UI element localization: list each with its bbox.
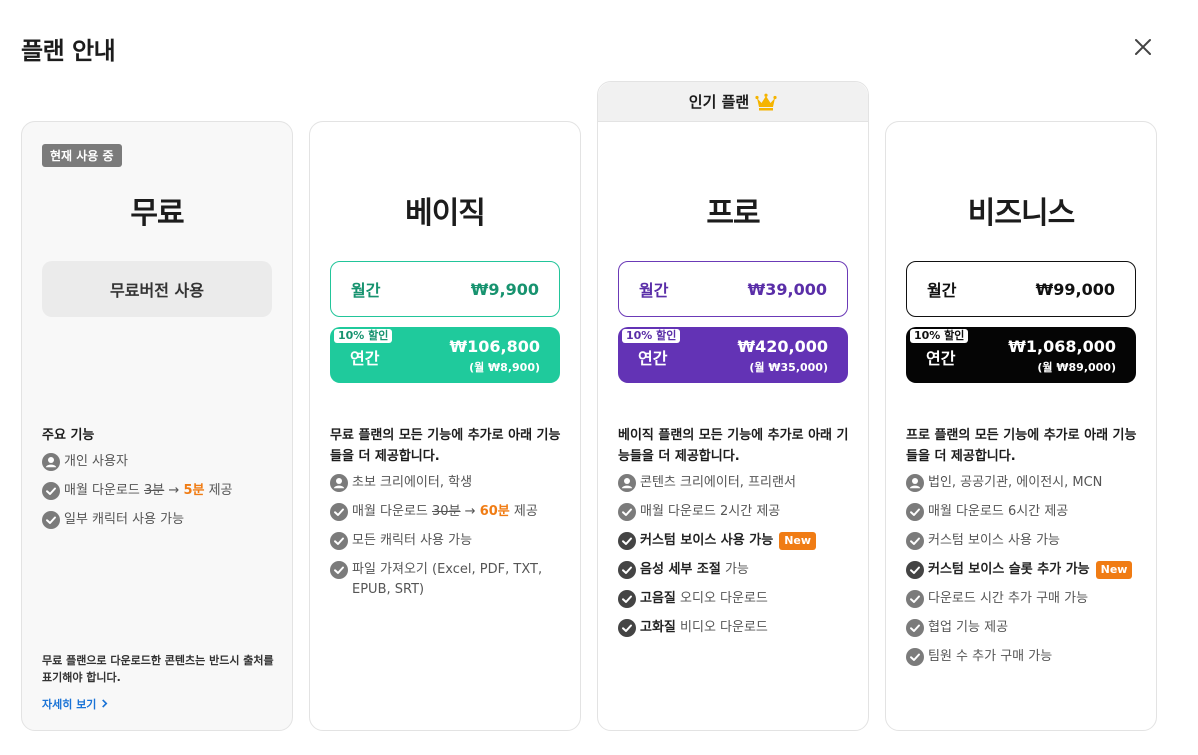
- plan-card-business: 비즈니스 월간 ₩99,000 10% 할인 연간 ₩1,068,000 (월 ₩…: [885, 121, 1157, 731]
- free-notice: 무료 플랜으로 다운로드한 콘텐츠는 반드시 출처를 표기해야 합니다.: [42, 654, 274, 684]
- check-icon: [618, 503, 636, 521]
- plan-name: 베이직: [405, 196, 486, 231]
- feature-item: 협업 기능 제공: [906, 618, 1144, 638]
- check-icon: [330, 532, 348, 550]
- plan-card-free: 현재 사용 중 무료 무료버전 사용 주요 기능 개인 사용자 매월 다운로드 …: [21, 121, 293, 731]
- features-title: 주요 기능: [42, 428, 95, 443]
- feature-item: 파일 가져오기 (Excel, PDF, TXT, EPUB, SRT): [330, 560, 568, 600]
- feature-list: 베이직 플랜의 모든 기능에 추가로 아래 기능들을 더 제공합니다. 콘텐츠 …: [618, 425, 856, 647]
- check-icon: [906, 532, 924, 550]
- feature-item: 개인 사용자: [42, 452, 280, 472]
- feature-item: 다운로드 시간 추가 구매 가능: [906, 589, 1144, 609]
- user-icon: [906, 474, 924, 492]
- feature-item: 일부 캐릭터 사용 가능: [42, 510, 280, 530]
- feature-item: 고음질 오디오 다운로드: [618, 589, 856, 609]
- feature-item: 모든 캐릭터 사용 가능: [330, 531, 568, 551]
- check-icon: [906, 503, 924, 521]
- feature-item: 매월 다운로드 2시간 제공: [618, 502, 856, 522]
- use-free-button[interactable]: 무료버전 사용: [42, 261, 272, 317]
- check-icon: [906, 590, 924, 608]
- discount-badge: 10% 할인: [334, 329, 393, 343]
- current-plan-badge: 현재 사용 중: [42, 144, 122, 167]
- feature-item: 초보 크리에이터, 학생: [330, 473, 568, 493]
- features-intro: 프로 플랜의 모든 기능에 추가로 아래 기능들을 더 제공합니다.: [906, 428, 1137, 464]
- plan-card-basic: 베이직 월간 ₩9,900 10% 할인 연간 ₩106,800 (월 ₩8,90…: [309, 121, 581, 731]
- feature-item: 팀원 수 추가 구매 가능: [906, 647, 1144, 667]
- feature-item: 커스텀 보이스 사용 가능: [906, 531, 1144, 551]
- basic-monthly-option[interactable]: 월간 ₩9,900: [330, 261, 560, 317]
- see-more-link[interactable]: 자세히 보기: [42, 696, 109, 712]
- feature-item: 커스텀 보이스 사용 가능 New: [618, 531, 856, 551]
- check-icon: [906, 619, 924, 637]
- feature-item: 음성 세부 조절 가능: [618, 560, 856, 580]
- check-icon: [330, 561, 348, 579]
- new-badge: New: [1095, 561, 1133, 579]
- plan-card-pro: 인기 플랜 프로 월간 ₩39,000 10% 할인 연간 ₩420,000 (월…: [597, 81, 869, 731]
- check-icon: [618, 619, 636, 637]
- feature-list: 주요 기능 개인 사용자 매월 다운로드 3분 → 5분 제공 일부 캐릭터 사…: [42, 425, 280, 539]
- user-icon: [330, 474, 348, 492]
- plan-name: 비즈니스: [967, 196, 1075, 231]
- feature-item: 고화질 비디오 다운로드: [618, 618, 856, 638]
- plan-name: 무료: [130, 196, 184, 231]
- user-icon: [618, 474, 636, 492]
- pro-monthly-option[interactable]: 월간 ₩39,000: [618, 261, 848, 317]
- new-badge: New: [779, 532, 817, 550]
- chevron-right-icon: [102, 699, 108, 708]
- check-icon: [618, 561, 636, 579]
- crown-icon: [755, 93, 777, 110]
- discount-badge: 10% 할인: [910, 329, 969, 343]
- feature-list: 무료 플랜의 모든 기능에 추가로 아래 기능들을 더 제공합니다. 초보 크리…: [330, 425, 568, 609]
- check-icon: [618, 590, 636, 608]
- feature-item: 매월 다운로드 6시간 제공: [906, 502, 1144, 522]
- feature-list: 프로 플랜의 모든 기능에 추가로 아래 기능들을 더 제공합니다. 법인, 공…: [906, 425, 1144, 676]
- check-icon: [906, 561, 924, 579]
- page-title: 플랜 안내: [21, 37, 116, 65]
- popular-plan-header: 인기 플랜: [598, 82, 868, 122]
- check-icon: [42, 511, 60, 529]
- feature-item: 매월 다운로드 3분 → 5분 제공: [42, 481, 280, 501]
- plan-name: 프로: [706, 196, 760, 231]
- feature-item: 콘텐츠 크리에이터, 프리랜서: [618, 473, 856, 493]
- check-icon: [42, 482, 60, 500]
- basic-yearly-option[interactable]: 10% 할인 연간 ₩106,800 (월 ₩8,900): [330, 327, 560, 383]
- features-intro: 무료 플랜의 모든 기능에 추가로 아래 기능들을 더 제공합니다.: [330, 428, 561, 464]
- features-intro: 베이직 플랜의 모든 기능에 추가로 아래 기능들을 더 제공합니다.: [618, 428, 849, 464]
- feature-item: 법인, 공공기관, 에이전시, MCN: [906, 473, 1144, 493]
- check-icon: [906, 648, 924, 666]
- check-icon: [330, 503, 348, 521]
- feature-item: 커스텀 보이스 슬롯 추가 가능 New: [906, 560, 1144, 580]
- business-yearly-option[interactable]: 10% 할인 연간 ₩1,068,000 (월 ₩89,000): [906, 327, 1136, 383]
- user-icon: [42, 453, 60, 471]
- pro-yearly-option[interactable]: 10% 할인 연간 ₩420,000 (월 ₩35,000): [618, 327, 848, 383]
- discount-badge: 10% 할인: [622, 329, 681, 343]
- business-monthly-option[interactable]: 월간 ₩99,000: [906, 261, 1136, 317]
- check-icon: [618, 532, 636, 550]
- close-icon[interactable]: [1130, 34, 1156, 60]
- feature-item: 매월 다운로드 30분 → 60분 제공: [330, 502, 568, 522]
